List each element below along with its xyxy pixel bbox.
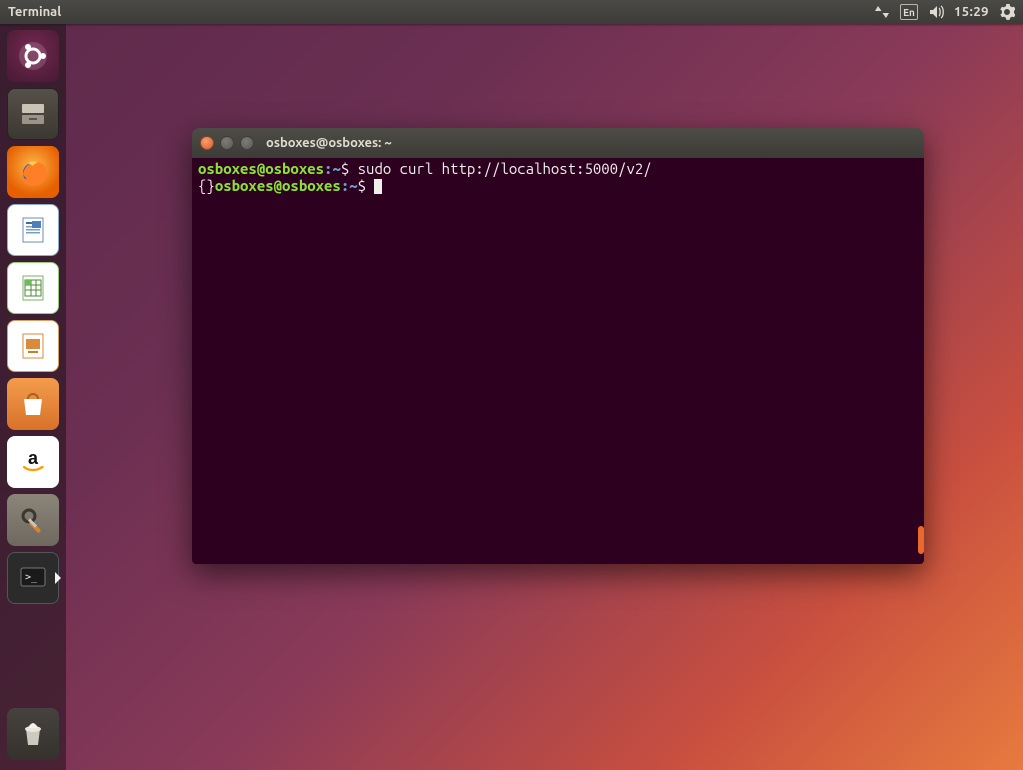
terminal-line: {}osboxes@osboxes:~$ [198,177,918,194]
launcher-trash[interactable] [7,708,59,760]
clock-indicator[interactable]: 15:29 [954,5,989,19]
trash-icon [17,718,49,750]
window-titlebar[interactable]: osboxes@osboxes: ~ [192,128,924,158]
calc-doc-icon [17,272,49,304]
svg-text:>_: >_ [25,572,38,583]
writer-doc-icon [17,214,49,246]
gear-icon [999,4,1015,20]
impress-doc-icon [17,330,49,362]
top-menu-bar: Terminal En 15:29 [0,0,1023,24]
launcher-terminal[interactable]: >_ [7,552,59,604]
terminal-icon: >_ [17,562,49,594]
shopping-bag-icon [17,388,49,420]
launcher-amazon[interactable]: a [7,436,59,488]
launcher: a >_ [0,24,66,770]
terminal-line: osboxes@osboxes:~$ sudo curl http://loca… [198,160,918,177]
launcher-firefox[interactable] [7,146,59,198]
network-indicator[interactable] [874,4,890,20]
launcher-libreoffice-calc[interactable] [7,262,59,314]
terminal-window: osboxes@osboxes: ~ osboxes@osboxes:~$ su… [192,128,924,564]
window-minimize-button[interactable] [220,136,234,150]
svg-text:a: a [28,448,39,468]
window-title: osboxes@osboxes: ~ [266,136,392,150]
network-updown-icon [874,4,890,20]
wrench-gear-icon [17,504,49,536]
launcher-system-settings[interactable] [7,494,59,546]
launcher-libreoffice-impress[interactable] [7,320,59,372]
launcher-ubuntu-software[interactable] [7,378,59,430]
amazon-icon: a [17,446,49,478]
sound-indicator[interactable] [928,4,944,20]
session-indicator[interactable] [999,4,1015,20]
window-maximize-button[interactable] [240,136,254,150]
keyboard-indicator[interactable]: En [900,4,918,20]
launcher-files[interactable] [7,88,59,140]
speaker-icon [928,4,944,20]
launcher-dash[interactable] [7,30,59,82]
terminal-body[interactable]: osboxes@osboxes:~$ sudo curl http://loca… [192,158,924,564]
launcher-libreoffice-writer[interactable] [7,204,59,256]
keyboard-layout-label: En [900,4,918,20]
terminal-cursor [374,179,382,194]
firefox-icon [17,156,49,188]
file-drawer-icon [17,98,49,130]
active-app-title: Terminal [8,5,61,19]
terminal-output: {} [198,177,215,194]
scrollbar-thumb[interactable] [918,526,924,554]
window-close-button[interactable] [200,136,214,150]
ubuntu-logo-icon [17,40,49,72]
